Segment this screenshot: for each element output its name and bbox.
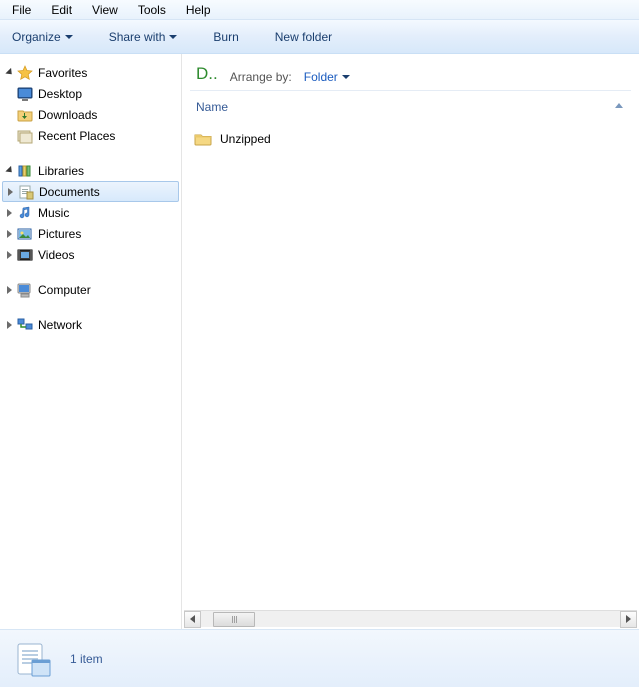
horizontal-scrollbar[interactable] <box>184 610 637 627</box>
nav-group-computer: Computer <box>0 279 181 300</box>
nav-computer[interactable]: Computer <box>0 279 181 300</box>
column-headers: Name <box>182 91 639 123</box>
computer-icon <box>17 282 33 298</box>
organize-button[interactable]: Organize <box>6 26 79 48</box>
list-item[interactable]: Unzipped <box>192 127 629 151</box>
nav-label: Computer <box>38 283 91 297</box>
network-icon <box>17 317 33 333</box>
library-header: D.. Arrange by: Folder <box>182 54 639 90</box>
scroll-right-button[interactable] <box>620 611 637 628</box>
documents-library-icon <box>18 184 34 200</box>
expander-icon[interactable] <box>4 67 15 78</box>
nav-label: Downloads <box>38 108 97 122</box>
desktop-icon <box>17 86 33 102</box>
videos-library-icon <box>17 247 33 263</box>
nav-music[interactable]: Music <box>0 202 181 223</box>
organize-label: Organize <box>12 30 61 44</box>
nav-favorites[interactable]: Favorites <box>0 62 181 83</box>
details-pane: 1 item <box>0 629 639 687</box>
sort-ascending-icon <box>615 103 623 108</box>
items-view[interactable]: Unzipped <box>182 123 639 610</box>
nav-label: Favorites <box>38 66 87 80</box>
menu-file[interactable]: File <box>2 1 41 19</box>
nav-label: Music <box>38 206 69 220</box>
status-item-count: 1 item <box>70 652 103 666</box>
chevron-down-icon <box>169 35 177 39</box>
burn-button[interactable]: Burn <box>207 26 244 48</box>
nav-recent-places[interactable]: Recent Places <box>0 125 181 146</box>
content-pane: D.. Arrange by: Folder Name Unzipped <box>182 54 639 629</box>
scroll-left-button[interactable] <box>184 611 201 628</box>
arrange-by-label: Arrange by: <box>230 70 292 84</box>
nav-label: Desktop <box>38 87 82 101</box>
expander-icon[interactable] <box>4 207 15 218</box>
menu-edit[interactable]: Edit <box>41 1 82 19</box>
expander-icon[interactable] <box>4 284 15 295</box>
column-name[interactable]: Name <box>192 97 629 117</box>
nav-label: Network <box>38 318 82 332</box>
item-name: Unzipped <box>220 132 271 146</box>
pictures-library-icon <box>17 226 33 242</box>
nav-group-network: Network <box>0 314 181 335</box>
nav-documents[interactable]: Documents <box>2 181 179 202</box>
nav-label: Videos <box>38 248 74 262</box>
nav-label: Pictures <box>38 227 81 241</box>
menu-tools[interactable]: Tools <box>128 1 176 19</box>
chevron-down-icon <box>65 35 73 39</box>
menu-help[interactable]: Help <box>176 1 221 19</box>
location-heading: D.. <box>196 64 218 84</box>
new-folder-button[interactable]: New folder <box>269 26 338 48</box>
nav-videos[interactable]: Videos <box>0 244 181 265</box>
burn-label: Burn <box>213 30 238 44</box>
nav-desktop[interactable]: Desktop <box>0 83 181 104</box>
menu-view[interactable]: View <box>82 1 128 19</box>
arrange-by-dropdown[interactable]: Folder <box>304 70 350 84</box>
recent-places-icon <box>17 128 33 144</box>
nav-downloads[interactable]: Downloads <box>0 104 181 125</box>
downloads-folder-icon <box>17 107 33 123</box>
library-large-icon <box>12 638 54 680</box>
nav-network[interactable]: Network <box>0 314 181 335</box>
chevron-down-icon <box>342 75 350 79</box>
column-label: Name <box>196 100 228 114</box>
music-library-icon <box>17 205 33 221</box>
libraries-icon <box>17 163 33 179</box>
expander-icon[interactable] <box>4 165 15 176</box>
scrollbar-thumb[interactable] <box>213 612 255 627</box>
nav-group-libraries: Libraries Documents Music <box>0 160 181 265</box>
nav-label: Documents <box>39 185 100 199</box>
expander-icon[interactable] <box>5 186 16 197</box>
share-label: Share with <box>109 30 166 44</box>
navigation-pane: Favorites Desktop Downloads <box>0 54 182 629</box>
scrollbar-track[interactable] <box>201 611 620 628</box>
nav-pictures[interactable]: Pictures <box>0 223 181 244</box>
chevron-left-icon <box>190 615 195 623</box>
nav-label: Recent Places <box>38 129 115 143</box>
command-bar: Organize Share with Burn New folder <box>0 20 639 54</box>
arrange-by-value: Folder <box>304 70 338 84</box>
share-with-button[interactable]: Share with <box>103 26 184 48</box>
expander-icon[interactable] <box>4 249 15 260</box>
chevron-right-icon <box>626 615 631 623</box>
new-folder-label: New folder <box>275 30 332 44</box>
nav-group-favorites: Favorites Desktop Downloads <box>0 62 181 146</box>
expander-icon[interactable] <box>4 319 15 330</box>
nav-libraries[interactable]: Libraries <box>0 160 181 181</box>
nav-label: Libraries <box>38 164 84 178</box>
star-icon <box>17 65 33 81</box>
menu-bar: File Edit View Tools Help <box>0 0 639 20</box>
expander-icon[interactable] <box>4 228 15 239</box>
folder-icon <box>194 131 212 147</box>
